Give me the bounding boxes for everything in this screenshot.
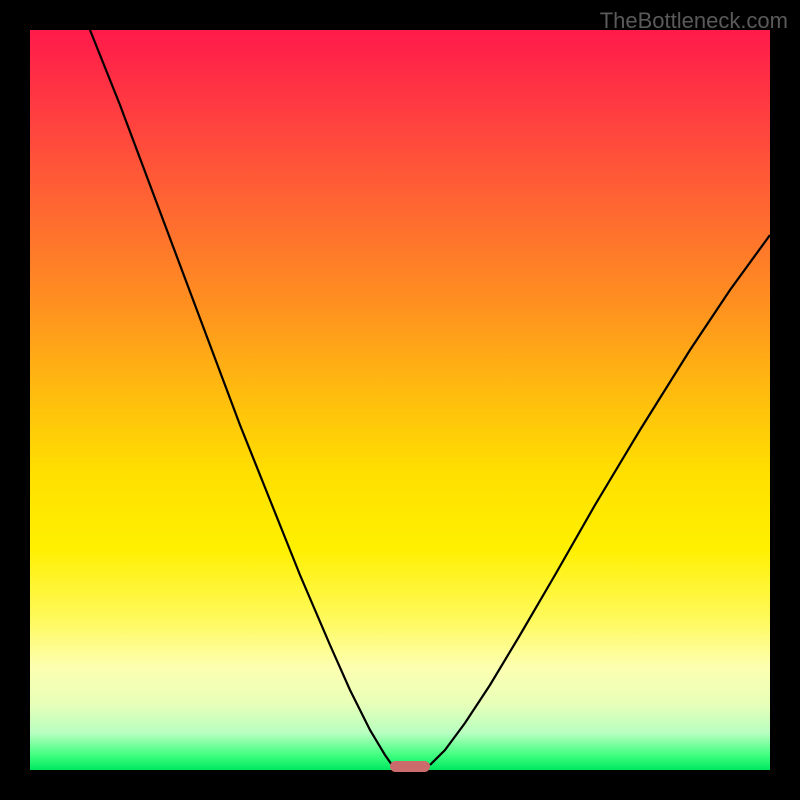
bottleneck-marker bbox=[390, 761, 430, 772]
watermark-text: TheBottleneck.com bbox=[600, 8, 788, 34]
chart-curves-svg bbox=[30, 30, 770, 770]
left-curve-path bbox=[90, 30, 392, 765]
right-curve-path bbox=[430, 235, 770, 765]
